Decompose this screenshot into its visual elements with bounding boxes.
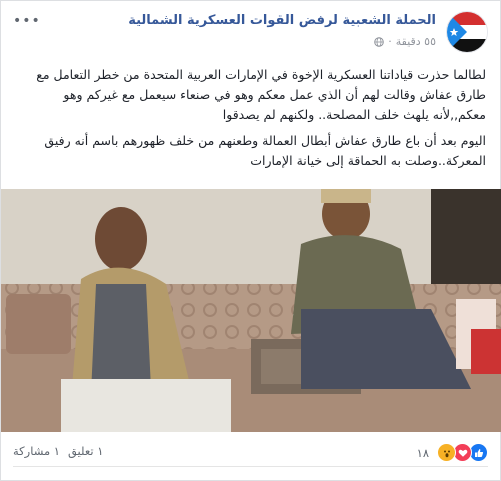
flag-avatar-icon xyxy=(447,12,487,52)
page-avatar[interactable] xyxy=(446,11,488,53)
photo-two-men-seated xyxy=(1,189,501,432)
shares-count[interactable]: ١ مشاركة xyxy=(13,444,60,458)
globe-icon[interactable] xyxy=(374,36,385,47)
footer-divider xyxy=(13,466,488,467)
page-name-link[interactable]: الحملة الشعبية لرفض القوات العسكرية الشم… xyxy=(128,13,436,28)
reactions-summary[interactable]: ١٨ xyxy=(417,443,488,462)
post-paragraph-1: لطالما حذرت قياداتنا العسكرية الإخوة في … xyxy=(36,67,486,122)
comments-count[interactable]: ١ تعليق xyxy=(68,444,103,458)
meta-separator: · xyxy=(388,35,392,48)
wow-icon xyxy=(437,443,456,462)
reaction-count[interactable]: ١٨ xyxy=(417,446,429,460)
post-header: الحملة الشعبية لرفض القوات العسكرية الشم… xyxy=(13,9,488,57)
post-paragraph-2: اليوم بعد أن باع طارق عفاش أبطال العمالة… xyxy=(44,133,486,168)
engagement-stats: ١ تعليق ١ مشاركة xyxy=(13,444,103,458)
post-text: لطالما حذرت قياداتنا العسكرية الإخوة في … xyxy=(13,65,486,177)
post-footer: ١٨ ١ تعليق ١ مشاركة xyxy=(13,437,488,467)
post-meta: ٥٥ دقيقة · xyxy=(374,35,436,48)
more-options-icon[interactable]: ••• xyxy=(13,13,41,29)
facebook-post: الحملة الشعبية لرفض القوات العسكرية الشم… xyxy=(0,0,501,481)
post-time[interactable]: ٥٥ دقيقة xyxy=(396,35,436,48)
post-photo[interactable] xyxy=(1,189,501,432)
